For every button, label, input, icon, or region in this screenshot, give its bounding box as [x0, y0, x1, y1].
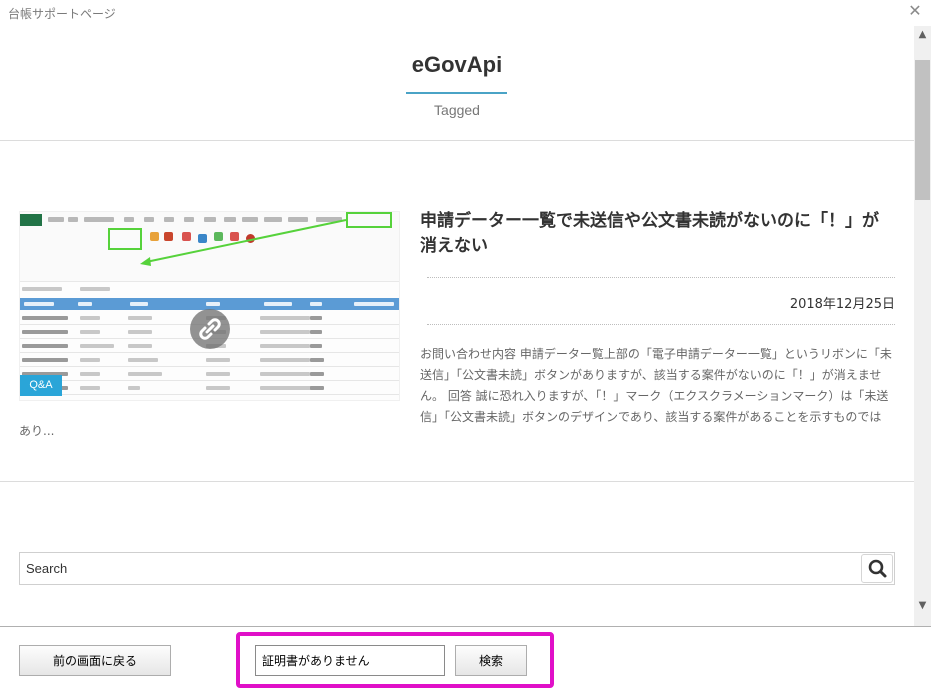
title-bar: 台帳サポートページ ✕: [0, 0, 931, 26]
article-title[interactable]: 申請データー一覧で未送信や公文書未読がないのに「！」が消えない: [420, 209, 895, 259]
link-icon[interactable]: [190, 309, 230, 349]
keyword-input[interactable]: [255, 645, 445, 676]
bottom-toolbar: 前の画面に戻る 検索: [0, 626, 931, 689]
article-excerpt-continued: あり...: [19, 424, 55, 438]
close-icon[interactable]: ✕: [907, 3, 923, 19]
article-excerpt: お問い合わせ内容 申請データー覧上部の「電子申請データー一覧」というリボンに「未…: [420, 347, 892, 424]
page-subtitle: Tagged: [434, 102, 480, 118]
article-date: 2018年12月25日: [789, 297, 895, 312]
thumbnail-ribbon: [20, 212, 399, 282]
article-thumbnail[interactable]: Q&A: [19, 211, 400, 401]
web-content: eGovApi Tagged Q&A 申請データー一覧で未送信や公文書未読がない…: [0, 26, 914, 626]
divider: [427, 277, 895, 278]
search-input[interactable]: [20, 553, 860, 584]
article-card: Q&A 申請データー一覧で未送信や公文書未読がないのに「！」が消えない 2018…: [0, 141, 914, 482]
app-window: 台帳サポートページ ✕ eGovApi Tagged Q&A 申請データー一覧で…: [0, 0, 931, 689]
page-title: eGovApi: [411, 52, 503, 77]
scroll-down-icon[interactable]: ▼: [914, 597, 931, 614]
title-underline: [406, 92, 507, 94]
scroll-up-icon[interactable]: ▲: [914, 26, 931, 43]
find-button[interactable]: 検索: [455, 645, 527, 676]
qa-badge: Q&A: [20, 375, 62, 396]
scroll-thumb[interactable]: [915, 60, 930, 200]
callout-arrow: [140, 219, 347, 266]
divider: [427, 324, 895, 325]
window-title: 台帳サポートページ: [8, 7, 116, 21]
search-icon: [868, 559, 887, 578]
search-button[interactable]: [861, 554, 893, 583]
vertical-scrollbar[interactable]: ▲ ▼: [914, 26, 931, 626]
search-bar: [19, 552, 895, 585]
back-button[interactable]: 前の画面に戻る: [19, 645, 171, 676]
page-header: eGovApi Tagged: [0, 26, 914, 141]
